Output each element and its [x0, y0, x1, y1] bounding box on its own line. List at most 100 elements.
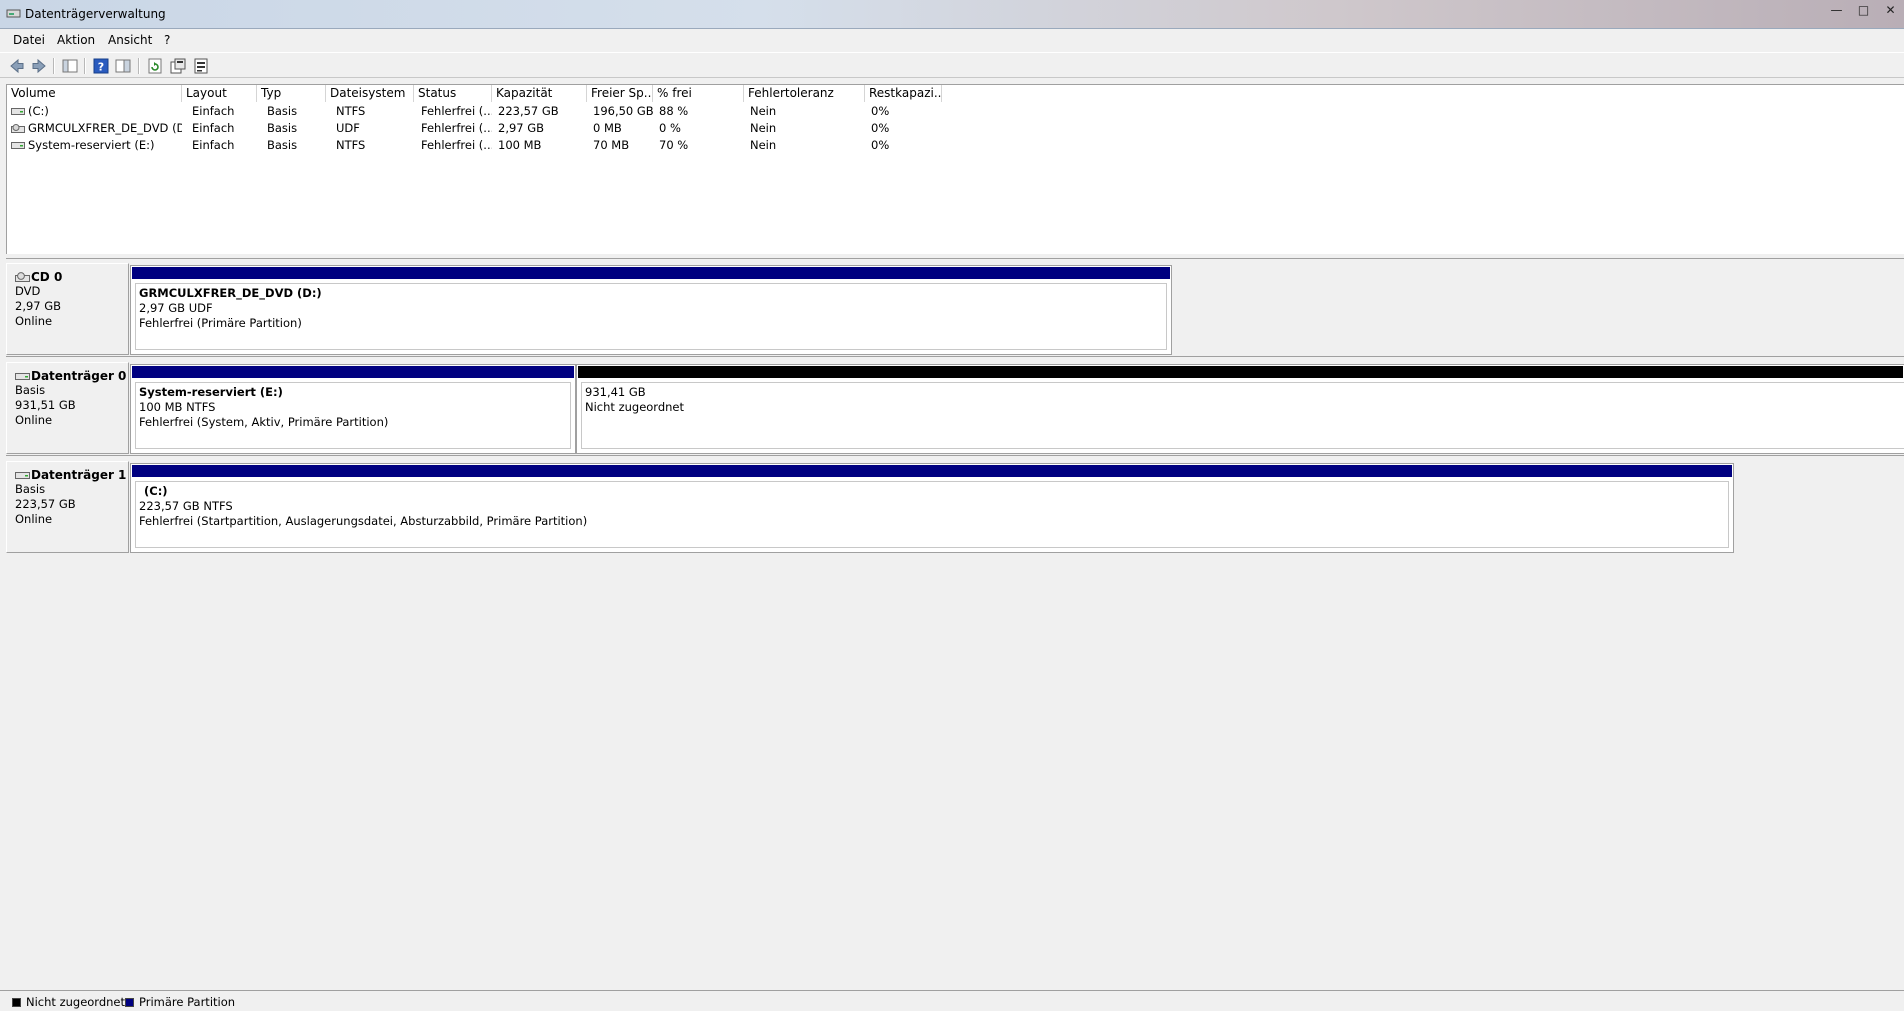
row-divider [6, 455, 1904, 456]
minimize-button[interactable]: — [1823, 2, 1850, 18]
unallocated-bar [578, 366, 1903, 378]
cd-drive-icon [15, 272, 30, 282]
partition-size-fs: 100 MB NTFS [139, 400, 216, 414]
prozent-frei-cell: 88 % [659, 104, 689, 118]
partition-c[interactable]: (C:) 223,57 GB NTFS Fehlerfrei (Startpar… [130, 463, 1734, 553]
restkapazitaet-cell: 0% [871, 121, 890, 135]
volume-name: (C:) [28, 104, 49, 118]
dvd-drive-icon [11, 124, 25, 133]
menu-bar: Datei Aktion Ansicht ? [0, 30, 1904, 50]
layout-cell: Einfach [192, 104, 235, 118]
menu-help[interactable]: ? [164, 33, 170, 47]
disk-graphical-view: CD 0 DVD 2,97 GB Online GRMCULXFRER_DE_D… [6, 259, 1904, 989]
disk-status: Online [15, 413, 53, 427]
disk-label-disk0[interactable]: Datenträger 0 Basis 931,51 GB Online [6, 362, 129, 454]
dateisystem-cell: NTFS [336, 138, 366, 152]
disk-name: Datenträger 0 [31, 369, 127, 383]
column-header-volume[interactable]: Volume [7, 85, 182, 102]
legend-unallocated: Nicht zugeordnet [12, 995, 125, 1009]
partition-status: Fehlerfrei (System, Aktiv, Primäre Parti… [139, 415, 389, 429]
console-tree-icon[interactable] [61, 57, 79, 75]
column-header-prozent-frei[interactable]: % frei [653, 85, 744, 102]
column-header-freier-speicher[interactable]: Freier Sp... [587, 85, 653, 102]
hard-drive-icon [11, 142, 25, 149]
properties-pane-icon[interactable] [114, 57, 132, 75]
help-icon[interactable]: ? [92, 57, 110, 75]
disk-label-disk1[interactable]: Datenträger 1 Basis 223,57 GB Online [6, 461, 129, 553]
settings-icon[interactable] [192, 57, 210, 75]
volume-row[interactable]: GRMCULXFRER_DE_DVD (D:) Einfach Basis UD… [7, 120, 1904, 137]
legend-bar: Nicht zugeordnet Primäre Partition [0, 990, 1904, 1011]
layout-cell: Einfach [192, 121, 235, 135]
forward-icon[interactable] [30, 57, 48, 75]
legend-primary-partition: Primäre Partition [125, 995, 235, 1009]
column-header-kapazitaet[interactable]: Kapazität [492, 85, 587, 102]
typ-cell: Basis [267, 138, 298, 152]
partition-details: 931,41 GB Nicht zugeordnet [581, 382, 1904, 449]
volume-list[interactable]: Volume Layout Typ Dateisystem Status Kap… [6, 84, 1904, 254]
volume-list-header: Volume Layout Typ Dateisystem Status Kap… [7, 85, 1904, 102]
unallocated-space[interactable]: 931,41 GB Nicht zugeordnet [576, 364, 1904, 454]
column-header-typ[interactable]: Typ [257, 85, 326, 102]
disk-row-disk1: Datenträger 1 Basis 223,57 GB Online (C:… [6, 457, 1904, 553]
disk-name: Datenträger 1 [31, 468, 127, 482]
column-header-fehlertoleranz[interactable]: Fehlertoleranz [744, 85, 865, 102]
volume-cell: System-reserviert (E:) [7, 137, 182, 154]
disk-type: Basis [15, 482, 46, 496]
disk-row-disk0: Datenträger 0 Basis 931,51 GB Online Sys… [6, 358, 1904, 454]
partition-details: (C:) 223,57 GB NTFS Fehlerfrei (Startpar… [135, 481, 1729, 548]
primary-partition-bar [132, 366, 574, 378]
typ-cell: Basis [267, 121, 298, 135]
freier-speicher-cell: 70 MB [593, 138, 630, 152]
title-bar: Datenträgerverwaltung — □ ✕ [0, 0, 1904, 29]
kapazitaet-cell: 223,57 GB [498, 104, 559, 118]
toolbar-separator [138, 58, 140, 74]
disk-size: 223,57 GB [15, 497, 76, 511]
unallocated-swatch [12, 998, 21, 1007]
fehlertoleranz-cell: Nein [750, 138, 777, 152]
menu-ansicht[interactable]: Ansicht [108, 33, 152, 47]
column-header-restkapazitaet[interactable]: Restkapazi... [865, 85, 942, 102]
partition-name: (C:) [144, 484, 168, 498]
column-header-status[interactable]: Status [414, 85, 492, 102]
freier-speicher-cell: 196,50 GB [593, 104, 653, 118]
restkapazitaet-cell: 0% [871, 104, 890, 118]
menu-aktion[interactable]: Aktion [57, 33, 95, 47]
dateisystem-cell: UDF [336, 121, 360, 135]
partition-d[interactable]: GRMCULXFRER_DE_DVD (D:) 2,97 GB UDF Fehl… [130, 265, 1172, 355]
column-header-layout[interactable]: Layout [182, 85, 257, 102]
disk-status: Online [15, 314, 53, 328]
prozent-frei-cell: 0 % [659, 121, 681, 135]
volume-cell: (C:) [7, 103, 182, 120]
volume-row[interactable]: (C:) Einfach Basis NTFS Fehlerfrei (... … [7, 103, 1904, 120]
typ-cell: Basis [267, 104, 298, 118]
partition-details: System-reserviert (E:) 100 MB NTFS Fehle… [135, 382, 571, 449]
restkapazitaet-cell: 0% [871, 138, 890, 152]
svg-text:?: ? [98, 61, 104, 74]
back-icon[interactable] [8, 57, 26, 75]
export-icon[interactable] [169, 57, 187, 75]
partition-e[interactable]: System-reserviert (E:) 100 MB NTFS Fehle… [130, 364, 576, 454]
volume-name: System-reserviert (E:) [28, 138, 155, 152]
disk-size: 2,97 GB [15, 299, 62, 313]
status-cell: Fehlerfrei (... [421, 138, 492, 152]
partition-status: Nicht zugeordnet [585, 400, 685, 414]
close-button[interactable]: ✕ [1877, 2, 1904, 18]
status-cell: Fehlerfrei (... [421, 104, 492, 118]
partition-size: 931,41 GB [585, 385, 646, 399]
volume-row[interactable]: System-reserviert (E:) Einfach Basis NTF… [7, 137, 1904, 154]
disk-label-cd0[interactable]: CD 0 DVD 2,97 GB Online [6, 263, 129, 355]
refresh-icon[interactable] [146, 57, 164, 75]
maximize-button[interactable]: □ [1850, 2, 1877, 18]
legend-label: Nicht zugeordnet [26, 995, 126, 1009]
column-header-dateisystem[interactable]: Dateisystem [326, 85, 414, 102]
disk-row-cd0: CD 0 DVD 2,97 GB Online GRMCULXFRER_DE_D… [6, 259, 1904, 355]
menu-datei[interactable]: Datei [13, 33, 45, 47]
disk-size: 931,51 GB [15, 398, 76, 412]
partition-status: Fehlerfrei (Startpartition, Auslagerungs… [139, 514, 588, 528]
fehlertoleranz-cell: Nein [750, 104, 777, 118]
partition-name: GRMCULXFRER_DE_DVD (D:) [139, 286, 322, 300]
primary-partition-bar [132, 465, 1732, 477]
window-title: Datenträgerverwaltung [25, 7, 166, 21]
layout-cell: Einfach [192, 138, 235, 152]
